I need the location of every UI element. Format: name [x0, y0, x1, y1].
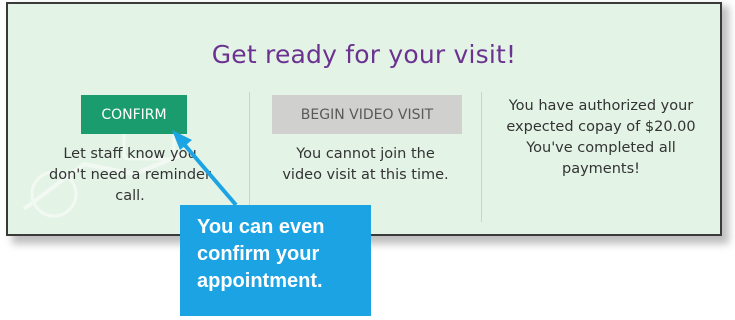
payment-status-line: You have authorized your	[508, 98, 694, 114]
confirm-button[interactable]: CONFIRM	[81, 95, 187, 134]
payment-status-line: payments!	[562, 161, 640, 177]
tip-callout-line: You can even	[197, 216, 325, 238]
payment-status-line: expected copay of $20.00	[506, 119, 696, 135]
payment-status-line: You've completed all	[526, 140, 676, 156]
payment-status: You have authorized your expected copay …	[482, 96, 720, 180]
tip-callout-line: appointment.	[197, 270, 323, 292]
visit-prep-card: Get ready for your visit! CONFIRM Let st…	[6, 2, 722, 236]
video-description-line: video visit at this time.	[282, 167, 449, 183]
tip-callout: You can even confirm your appointment.	[180, 205, 371, 316]
confirm-description-line: Let staff know you	[63, 146, 197, 162]
confirm-description-line: call.	[115, 188, 145, 204]
confirm-description: Let staff know you don't need a reminder…	[10, 144, 250, 207]
page-title: Get ready for your visit!	[211, 40, 517, 69]
video-description: You cannot join the video visit at this …	[250, 144, 481, 186]
confirm-description-line: don't need a reminder	[49, 167, 211, 183]
tip-callout-line: confirm your	[197, 243, 320, 265]
begin-video-visit-button[interactable]: BEGIN VIDEO VISIT	[272, 95, 462, 134]
video-description-line: You cannot join the	[296, 146, 435, 162]
